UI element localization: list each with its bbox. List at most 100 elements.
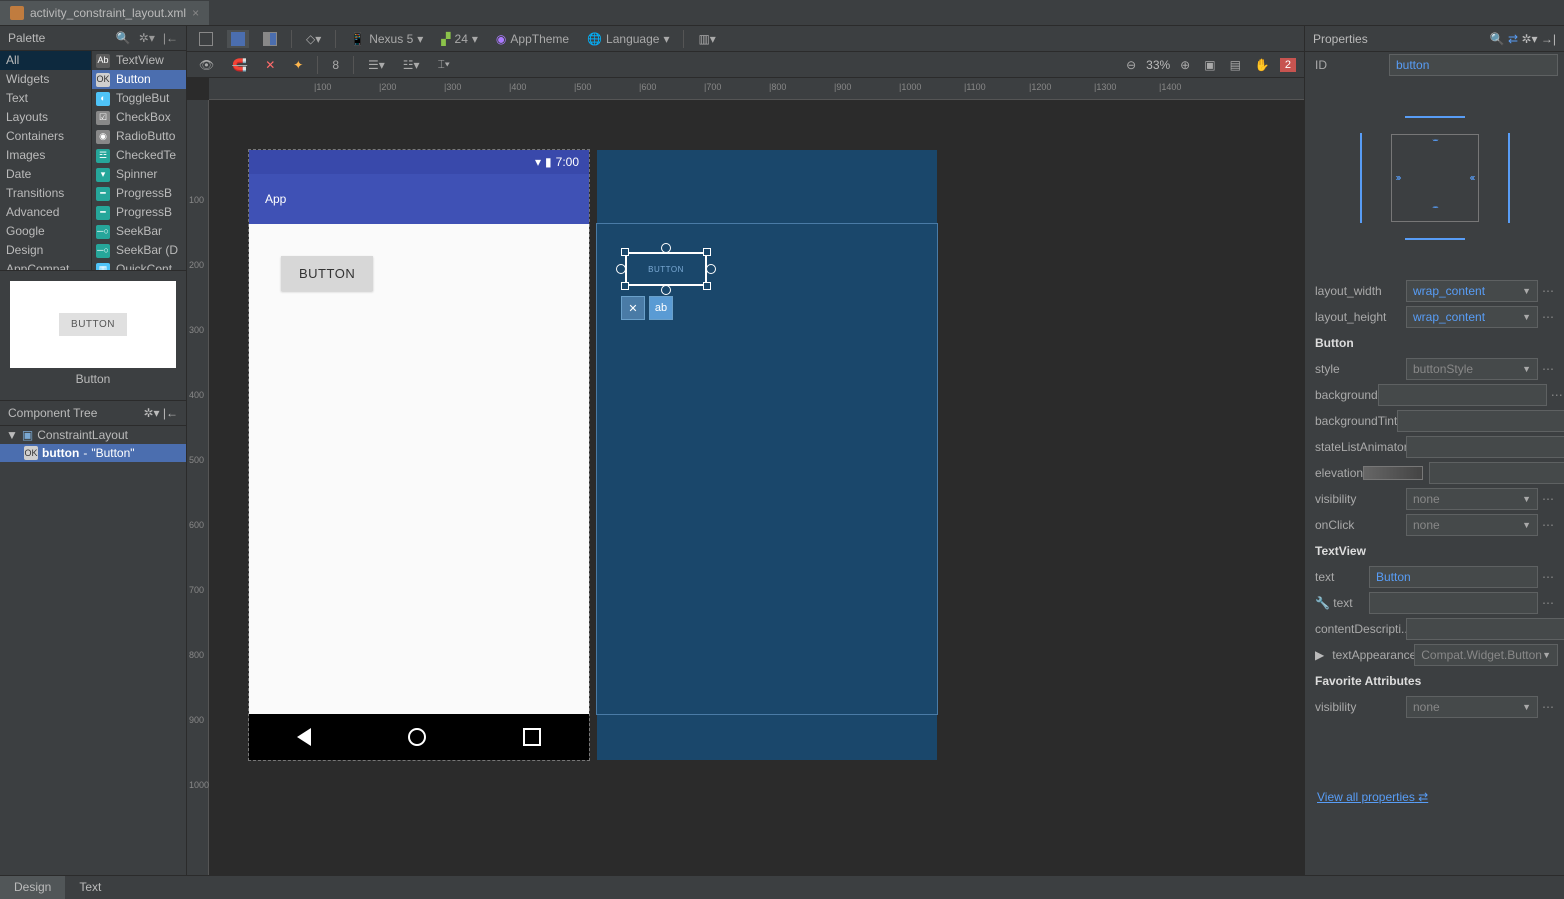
- palette-category-advanced[interactable]: Advanced: [0, 203, 91, 222]
- magnet-icon[interactable]: 🧲: [228, 56, 251, 74]
- palette-category-text[interactable]: Text: [0, 89, 91, 108]
- layers-icon[interactable]: ▤: [1226, 56, 1245, 74]
- tab-design[interactable]: Design: [0, 876, 65, 899]
- prop-textappearance-select[interactable]: Compat.Widget.Button▼: [1414, 644, 1558, 666]
- zoom-fit-icon[interactable]: ▣: [1200, 56, 1219, 74]
- design-view-icon[interactable]: [195, 30, 217, 48]
- resize-handle-ne[interactable]: [703, 248, 711, 256]
- palette-widget-seekbar (d[interactable]: ─○SeekBar (D: [92, 241, 186, 260]
- prop-visibility-select[interactable]: none▼: [1406, 488, 1538, 510]
- resize-handle-sw[interactable]: [621, 282, 629, 290]
- api-selector[interactable]: ▞24▾: [437, 30, 482, 48]
- theme-selector[interactable]: ◉AppTheme: [492, 30, 573, 48]
- gear-icon[interactable]: ✲▾: [143, 406, 159, 420]
- eye-icon[interactable]: 👁: [195, 56, 218, 74]
- palette-category-date[interactable]: Date: [0, 165, 91, 184]
- constraint-anchor-left[interactable]: [616, 264, 626, 274]
- constraint-anchor-right[interactable]: [706, 264, 716, 274]
- orientation-icon[interactable]: ◇▾: [302, 30, 325, 48]
- blueprint-preview[interactable]: BUTTON ✕ ab: [597, 150, 937, 760]
- pan-icon[interactable]: ✋: [1251, 56, 1274, 74]
- blueprint-delete-constraints-icon[interactable]: ✕: [621, 296, 645, 320]
- prop-text-input[interactable]: [1369, 566, 1538, 588]
- palette-category-containers[interactable]: Containers: [0, 127, 91, 146]
- more-icon[interactable]: ⋯: [1538, 518, 1558, 532]
- prop-statelist-input[interactable]: [1406, 436, 1564, 458]
- prop-fav-visibility-select[interactable]: none▼: [1406, 696, 1538, 718]
- palette-category-widgets[interactable]: Widgets: [0, 70, 91, 89]
- align-icon[interactable]: ☳▾: [399, 56, 424, 74]
- palette-widget-checkbox[interactable]: ☑CheckBox: [92, 108, 186, 127]
- search-icon[interactable]: 🔍: [1490, 32, 1505, 46]
- gear-icon[interactable]: ✲▾: [139, 31, 155, 45]
- palette-category-all[interactable]: All: [0, 51, 91, 70]
- more-icon[interactable]: ⋯: [1538, 362, 1558, 376]
- design-canvas[interactable]: ▾ ▮ 7:00 App BUTTON: [209, 100, 1304, 876]
- constraint-anchor-top[interactable]: [661, 243, 671, 253]
- tree-expand-icon[interactable]: ▼: [6, 428, 18, 442]
- more-icon[interactable]: ⋯: [1538, 570, 1558, 584]
- prop-text-tools-input[interactable]: [1369, 592, 1538, 614]
- resize-handle-se[interactable]: [703, 282, 711, 290]
- palette-category-layouts[interactable]: Layouts: [0, 108, 91, 127]
- prop-background-input[interactable]: [1378, 384, 1547, 406]
- more-icon[interactable]: ⋯: [1538, 700, 1558, 714]
- palette-category-images[interactable]: Images: [0, 146, 91, 165]
- default-margin[interactable]: 8: [328, 56, 343, 74]
- infer-constraints-icon[interactable]: ✦: [289, 56, 307, 74]
- tab-text[interactable]: Text: [65, 876, 115, 899]
- view-all-properties-link[interactable]: View all properties ⇄: [1311, 780, 1558, 814]
- pack-icon[interactable]: ☰▾: [364, 56, 389, 74]
- blueprint-baseline-icon[interactable]: ab: [649, 296, 673, 320]
- device-preview[interactable]: ▾ ▮ 7:00 App BUTTON: [249, 150, 589, 760]
- tree-root[interactable]: ▼ ▣ ConstraintLayout: [0, 426, 186, 444]
- prop-elevation-input[interactable]: [1429, 462, 1564, 484]
- constraint-inspector[interactable]: ˇˇˇ ˆˆˆ ››› ‹‹‹: [1311, 78, 1558, 278]
- elevation-slider[interactable]: [1363, 466, 1423, 480]
- prop-onclick-select[interactable]: none▼: [1406, 514, 1538, 536]
- clear-constraints-icon[interactable]: ✕: [261, 56, 279, 74]
- prop-layout-height-select[interactable]: wrap_content▼: [1406, 306, 1538, 328]
- zoom-out-icon[interactable]: ⊖: [1122, 56, 1140, 74]
- palette-widget-togglebut[interactable]: ◐ToggleBut: [92, 89, 186, 108]
- zoom-in-icon[interactable]: ⊕: [1176, 56, 1194, 74]
- palette-category-google[interactable]: Google: [0, 222, 91, 241]
- collapse-icon[interactable]: |←: [163, 31, 178, 45]
- guideline-icon[interactable]: ⌶▾: [434, 55, 454, 74]
- tree-child-button[interactable]: OK button - "Button": [0, 444, 186, 462]
- prop-id-input[interactable]: [1389, 54, 1558, 76]
- prop-layout-width-select[interactable]: wrap_content▼: [1406, 280, 1538, 302]
- gear-icon[interactable]: ✲▾: [1521, 32, 1537, 46]
- expand-icon[interactable]: ▶: [1311, 648, 1328, 662]
- palette-widget-checkedte[interactable]: ☲CheckedTe: [92, 146, 186, 165]
- palette-widget-progressb[interactable]: ━ProgressB: [92, 203, 186, 222]
- more-icon[interactable]: ⋯: [1538, 596, 1558, 610]
- palette-category-appcompat[interactable]: AppCompat: [0, 260, 91, 270]
- both-view-icon[interactable]: [259, 30, 281, 48]
- more-icon[interactable]: ⋯: [1538, 284, 1558, 298]
- layout-variants-icon[interactable]: ▥▾: [694, 30, 719, 48]
- swap-icon[interactable]: ⇄: [1508, 32, 1518, 46]
- resize-handle-nw[interactable]: [621, 248, 629, 256]
- more-icon[interactable]: ⋯: [1538, 492, 1558, 506]
- search-icon[interactable]: 🔍: [116, 31, 131, 45]
- prop-style-select[interactable]: buttonStyle▼: [1406, 358, 1538, 380]
- palette-category-design[interactable]: Design: [0, 241, 91, 260]
- palette-category-transitions[interactable]: Transitions: [0, 184, 91, 203]
- palette-widget-progressb[interactable]: ━ProgressB: [92, 184, 186, 203]
- more-icon[interactable]: ⋯: [1538, 310, 1558, 324]
- palette-widget-quickcont[interactable]: ▦QuickCont: [92, 260, 186, 270]
- blueprint-button-selected[interactable]: BUTTON: [621, 248, 711, 290]
- more-icon[interactable]: ⋯: [1547, 388, 1564, 402]
- palette-widget-seekbar[interactable]: ─○SeekBar: [92, 222, 186, 241]
- language-selector[interactable]: 🌐Language▾: [583, 30, 673, 48]
- warnings-badge[interactable]: 2: [1280, 58, 1296, 72]
- collapse-icon[interactable]: |←: [163, 406, 178, 420]
- palette-widget-spinner[interactable]: ▾Spinner: [92, 165, 186, 184]
- device-selector[interactable]: 📱Nexus 5▾: [346, 30, 427, 48]
- palette-widget-button[interactable]: OKButton: [92, 70, 186, 89]
- constraint-anchor-bottom[interactable]: [661, 285, 671, 295]
- prop-contentdesc-input[interactable]: [1406, 618, 1564, 640]
- collapse-icon[interactable]: →|: [1541, 32, 1556, 46]
- palette-widget-radiobutto[interactable]: ◉RadioButto: [92, 127, 186, 146]
